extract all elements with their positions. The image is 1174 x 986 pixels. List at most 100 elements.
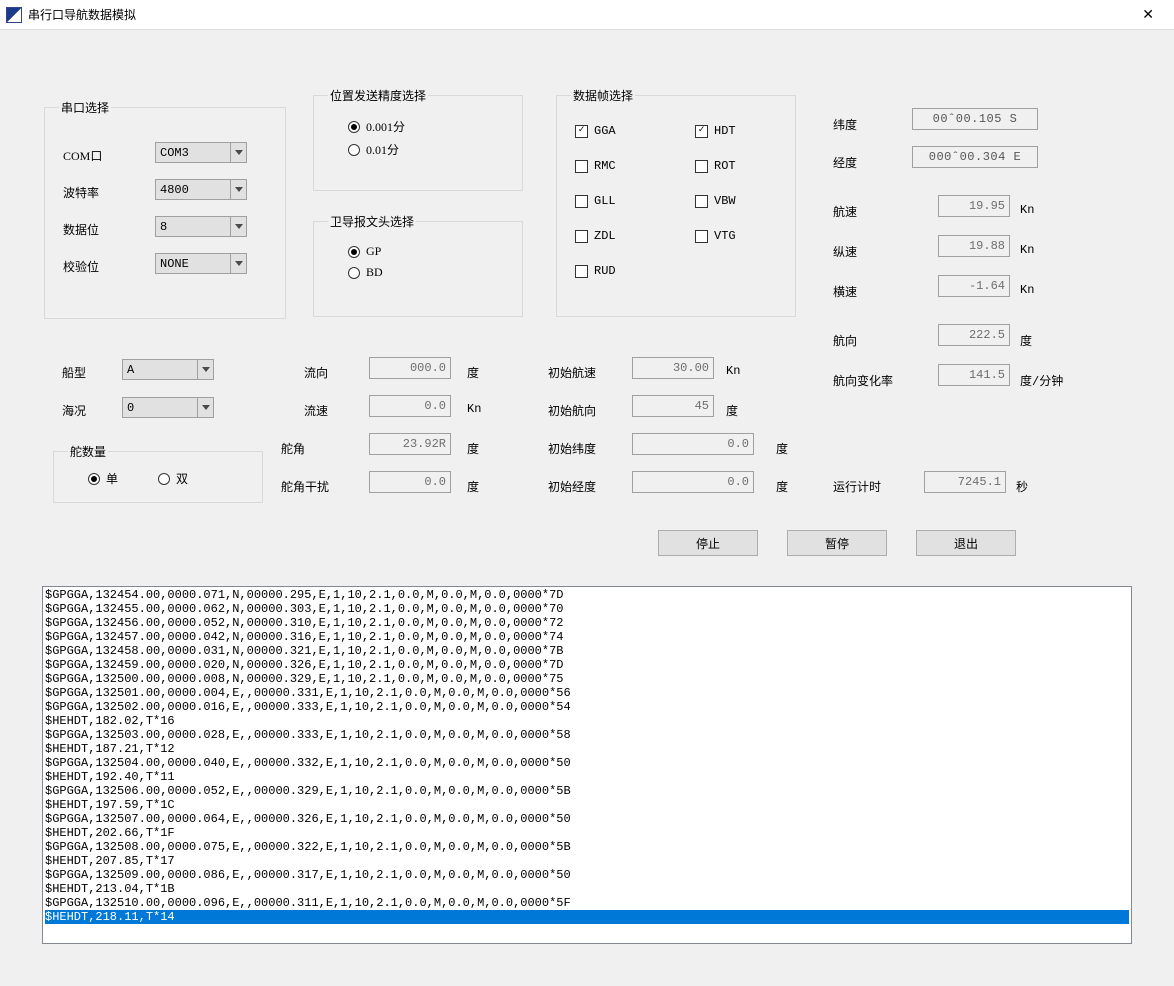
label-com: COM口 xyxy=(63,147,102,164)
field-long-spd: 19.88 xyxy=(938,235,1010,257)
log-line[interactable]: $HEHDT,202.66,T*1F xyxy=(45,826,1129,840)
log-line[interactable]: $HEHDT,213.04,T*1B xyxy=(45,882,1129,896)
chevron-down-icon xyxy=(230,217,246,236)
label-flow-spd: 流速 xyxy=(304,402,328,419)
close-button[interactable]: ✕ xyxy=(1134,2,1162,27)
log-line[interactable]: $HEHDT,218.11,T*14 xyxy=(45,910,1129,924)
button-exit[interactable]: 退出 xyxy=(916,530,1016,556)
log-line[interactable]: $GPGGA,132509.00,0000.086,E,,00000.317,E… xyxy=(45,868,1129,882)
radio-icon xyxy=(348,267,360,279)
checkbox-icon xyxy=(575,125,588,138)
combo-com[interactable]: COM3 xyxy=(155,142,247,163)
log-line[interactable]: $HEHDT,192.40,T*11 xyxy=(45,770,1129,784)
legend-rudder-count: 舵数量 xyxy=(68,443,108,460)
log-line[interactable]: $GPGGA,132454.00,0000.071,N,00000.295,E,… xyxy=(45,588,1129,602)
field-init-hdg[interactable]: 45 xyxy=(632,395,714,417)
unit-init-lat: 度 xyxy=(776,440,788,457)
radio-talker-gp[interactable]: GP xyxy=(348,244,508,259)
combo-databits-value: 8 xyxy=(156,220,230,234)
combo-baud[interactable]: 4800 xyxy=(155,179,247,200)
field-flow-dir[interactable]: 000.0 xyxy=(369,357,451,379)
combo-parity-value: NONE xyxy=(156,257,230,271)
field-lat: 00ˆ00.105 S xyxy=(912,108,1038,130)
log-line[interactable]: $GPGGA,132504.00,0000.040,E,,00000.332,E… xyxy=(45,756,1129,770)
radio-talker-bd[interactable]: BD xyxy=(348,265,508,280)
log-line[interactable]: $GPGGA,132455.00,0000.062,N,00000.303,E,… xyxy=(45,602,1129,616)
unit-flow-dir: 度 xyxy=(467,364,479,381)
unit-heading: 度 xyxy=(1020,332,1032,349)
chevron-down-icon xyxy=(230,143,246,162)
log-line[interactable]: $GPGGA,132502.00,0000.016,E,,00000.333,E… xyxy=(45,700,1129,714)
label-long-spd: 纵速 xyxy=(833,243,857,260)
button-stop[interactable]: 停止 xyxy=(658,530,758,556)
log-line[interactable]: $GPGGA,132457.00,0000.042,N,00000.316,E,… xyxy=(45,630,1129,644)
label-heading: 航向 xyxy=(833,332,857,349)
combo-sea-value: 0 xyxy=(123,401,197,415)
log-line[interactable]: $GPGGA,132458.00,0000.031,N,00000.321,E,… xyxy=(45,644,1129,658)
chk-vbw[interactable]: VBW xyxy=(695,194,736,208)
label-databits: 数据位 xyxy=(63,221,99,238)
field-rudder-angle[interactable]: 23.92R xyxy=(369,433,451,455)
log-line[interactable]: $HEHDT,187.21,T*12 xyxy=(45,742,1129,756)
chk-vtg[interactable]: VTG xyxy=(695,229,736,243)
checkbox-icon xyxy=(575,160,588,173)
log-line[interactable]: $GPGGA,132501.00,0000.004,E,,00000.331,E… xyxy=(45,686,1129,700)
combo-shiptype[interactable]: A xyxy=(122,359,214,380)
unit-runtime: 秒 xyxy=(1016,478,1028,495)
field-init-lat[interactable]: 0.0 xyxy=(632,433,754,455)
log-line[interactable]: $GPGGA,132510.00,0000.096,E,,00000.311,E… xyxy=(45,896,1129,910)
label-init-spd: 初始航速 xyxy=(548,364,596,381)
combo-databits[interactable]: 8 xyxy=(155,216,247,237)
log-line[interactable]: $GPGGA,132456.00,0000.052,N,00000.310,E,… xyxy=(45,616,1129,630)
chk-gga[interactable]: GGA xyxy=(575,124,616,138)
label-runtime: 运行计时 xyxy=(833,478,881,495)
radio-label: 单 xyxy=(106,470,118,487)
button-pause[interactable]: 暂停 xyxy=(787,530,887,556)
label-lat: 纬度 xyxy=(833,116,857,133)
chk-label: RMC xyxy=(594,159,616,173)
log-line[interactable]: $GPGGA,132459.00,0000.020,N,00000.326,E,… xyxy=(45,658,1129,672)
chk-label: GGA xyxy=(594,124,616,138)
group-talker: 卫导报文头选择 GP BD xyxy=(313,213,523,317)
combo-sea[interactable]: 0 xyxy=(122,397,214,418)
radio-icon xyxy=(158,473,170,485)
window-title: 串行口导航数据模拟 xyxy=(28,6,136,23)
field-init-spd[interactable]: 30.00 xyxy=(632,357,714,379)
log-line[interactable]: $HEHDT,207.85,T*17 xyxy=(45,854,1129,868)
chk-rud[interactable]: RUD xyxy=(575,264,616,278)
unit-init-lon: 度 xyxy=(776,478,788,495)
radio-precision-0001[interactable]: 0.001分 xyxy=(348,118,508,135)
chk-gll[interactable]: GLL xyxy=(575,194,616,208)
group-frames: 数据帧选择 GGA RMC GLL ZDL RUD HDT ROT VBW VT… xyxy=(556,87,796,317)
checkbox-icon xyxy=(575,265,588,278)
log-line[interactable]: $HEHDT,197.59,T*1C xyxy=(45,798,1129,812)
radio-rudder-double[interactable]: 双 xyxy=(158,470,188,487)
log-line[interactable]: $GPGGA,132503.00,0000.028,E,,00000.333,E… xyxy=(45,728,1129,742)
field-init-lon[interactable]: 0.0 xyxy=(632,471,754,493)
label-rot: 航向变化率 xyxy=(833,372,893,389)
chk-rot[interactable]: ROT xyxy=(695,159,736,173)
chk-rmc[interactable]: RMC xyxy=(575,159,616,173)
label-trans-spd: 横速 xyxy=(833,283,857,300)
field-flow-spd[interactable]: 0.0 xyxy=(369,395,451,417)
log-line[interactable]: $GPGGA,132507.00,0000.064,E,,00000.326,E… xyxy=(45,812,1129,826)
group-rudder-count: 舵数量 单 双 xyxy=(53,443,263,503)
chk-label: VBW xyxy=(714,194,736,208)
label-init-lat: 初始纬度 xyxy=(548,440,596,457)
field-rot: 141.5 xyxy=(938,364,1010,386)
field-rudder-noise[interactable]: 0.0 xyxy=(369,471,451,493)
radio-label: GP xyxy=(366,244,381,259)
log-line[interactable]: $GPGGA,132508.00,0000.075,E,,00000.322,E… xyxy=(45,840,1129,854)
legend-precision: 位置发送精度选择 xyxy=(328,87,428,104)
combo-parity[interactable]: NONE xyxy=(155,253,247,274)
radio-rudder-single[interactable]: 单 xyxy=(88,470,118,487)
log-line[interactable]: $GPGGA,132506.00,0000.052,E,,00000.329,E… xyxy=(45,784,1129,798)
log-output[interactable]: $GPGGA,132454.00,0000.071,N,00000.295,E,… xyxy=(42,586,1132,944)
checkbox-icon xyxy=(695,230,708,243)
radio-precision-001[interactable]: 0.01分 xyxy=(348,141,508,158)
unit-sog: Kn xyxy=(1020,203,1034,217)
chk-hdt[interactable]: HDT xyxy=(695,124,736,138)
chk-zdl[interactable]: ZDL xyxy=(575,229,616,243)
log-line[interactable]: $HEHDT,182.02,T*16 xyxy=(45,714,1129,728)
log-line[interactable]: $GPGGA,132500.00,0000.008,N,00000.329,E,… xyxy=(45,672,1129,686)
